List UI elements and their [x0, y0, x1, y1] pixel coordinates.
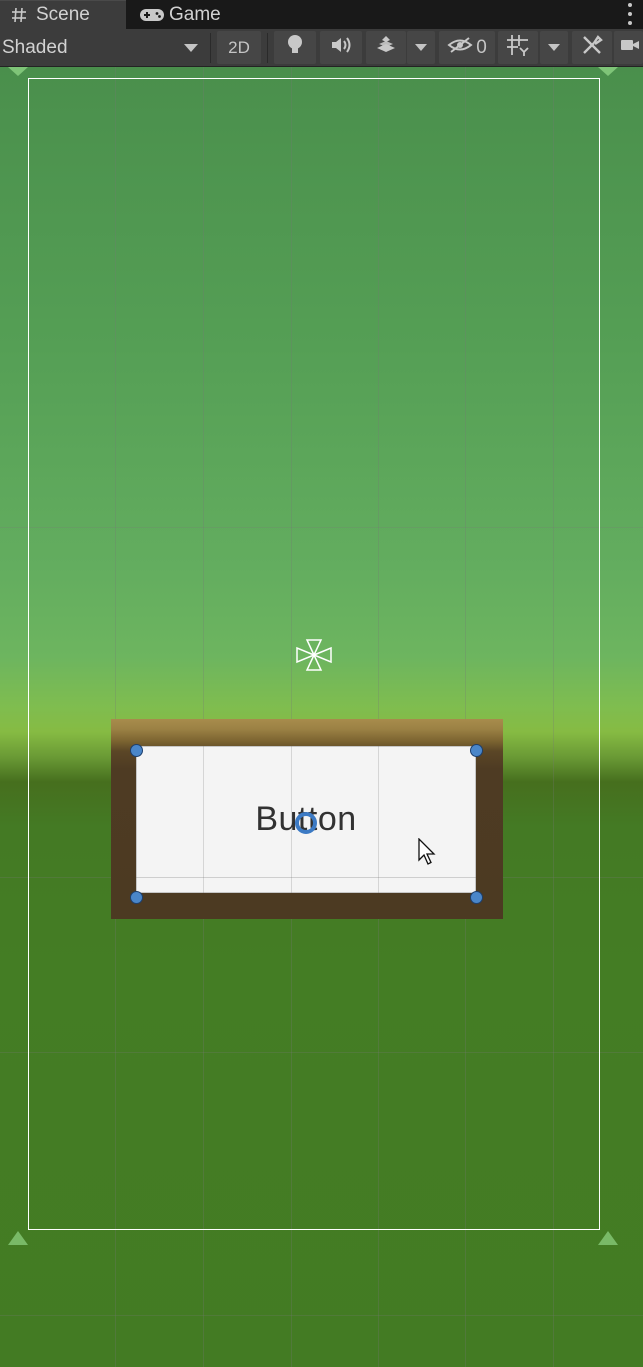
tab-scene[interactable]: Scene [0, 0, 126, 29]
audio-icon [330, 35, 352, 60]
grid-line [0, 1315, 643, 1316]
scene-viewport[interactable]: Button [0, 67, 643, 1367]
effects-icon [375, 35, 397, 60]
tab-bar: Scene Game [0, 0, 643, 29]
resize-handle-bottom-right[interactable] [470, 891, 483, 904]
chevron-down-icon [548, 44, 560, 51]
canvas-corner-marker [8, 1231, 28, 1245]
chevron-down-icon [184, 44, 198, 52]
tab-game-label: Game [169, 3, 221, 25]
draw-mode-dropdown[interactable]: Shaded [0, 31, 206, 64]
scene-toolbar: Shaded 2D 0 [0, 29, 643, 67]
pivot-handle[interactable] [295, 812, 317, 834]
hidden-eye-icon [447, 36, 473, 60]
resize-handle-bottom-left[interactable] [130, 891, 143, 904]
resize-handle-top-left[interactable] [130, 744, 143, 757]
camera-icon [619, 37, 639, 58]
unity-scene-window: Scene Game Shaded 2D 0 Button [0, 0, 643, 1367]
effects-toggle-button[interactable] [366, 31, 406, 64]
effects-dropdown-button[interactable] [407, 31, 435, 64]
grid-icon [6, 6, 32, 24]
tab-game[interactable]: Game [139, 0, 249, 29]
tools-icon [581, 34, 603, 61]
canvas-corner-marker [598, 67, 618, 76]
canvas-corner-marker [598, 1231, 618, 1245]
toggle-2d-label: 2D [228, 37, 250, 57]
toolbar-divider [267, 33, 268, 63]
grid-snap-icon [506, 34, 530, 61]
gamepad-icon [139, 7, 165, 23]
chevron-down-icon [415, 44, 427, 51]
resize-handle-top-right[interactable] [470, 744, 483, 757]
mouse-cursor-icon [418, 838, 436, 865]
camera-settings-button[interactable] [614, 31, 643, 64]
toolbar-divider [210, 33, 211, 63]
audio-toggle-button[interactable] [320, 31, 362, 64]
tab-scene-label: Scene [36, 4, 90, 25]
lighting-toggle-button[interactable] [274, 31, 316, 64]
grid-snap-toggle[interactable] [498, 31, 538, 64]
rect-anchor-icon[interactable] [293, 634, 335, 676]
lightbulb-icon [286, 34, 304, 61]
grid-snap-dropdown-button[interactable] [540, 31, 568, 64]
draw-mode-label: Shaded [2, 36, 68, 58]
kebab-menu-icon[interactable] [627, 3, 633, 25]
hidden-count: 0 [476, 36, 487, 58]
toggle-2d-button[interactable]: 2D [217, 31, 261, 64]
tools-toggle-button[interactable] [572, 31, 612, 64]
canvas-corner-marker [8, 67, 28, 76]
hidden-objects-toggle[interactable]: 0 [439, 31, 495, 64]
